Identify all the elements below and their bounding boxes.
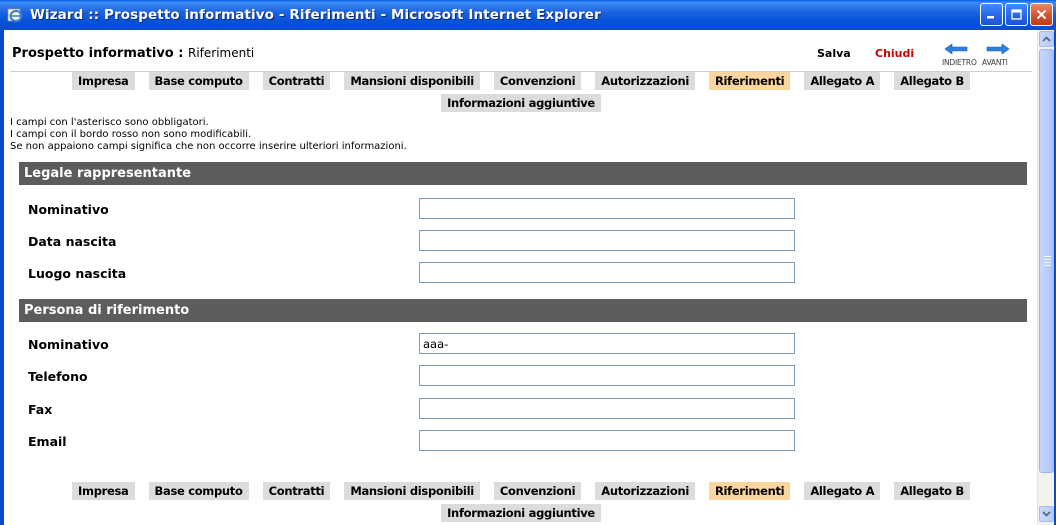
tab-convenzioni[interactable]: Convenzioni: [493, 72, 582, 90]
scroll-up-button[interactable]: [1039, 31, 1054, 47]
forward-link[interactable]: AVANTI: [982, 58, 1008, 67]
tab-riferimenti[interactable]: Riferimenti: [708, 72, 791, 90]
back-link[interactable]: INDIETRO: [942, 58, 977, 67]
ref-email-label: Email: [28, 434, 67, 449]
scroll-thumb[interactable]: [1039, 49, 1054, 473]
legal-birth-place-input[interactable]: [419, 262, 795, 283]
page-title-section: Riferimenti: [187, 46, 255, 60]
internet-explorer-icon: [6, 6, 24, 24]
legal-nominativo-input[interactable]: [419, 198, 795, 219]
tab-contratti[interactable]: Contratti: [262, 482, 331, 500]
vertical-scrollbar[interactable]: [1037, 30, 1054, 525]
section-reference-person: Persona di riferimento: [19, 299, 1027, 322]
arrow-right-icon[interactable]: [986, 43, 1010, 55]
tab-allegato-a[interactable]: Allegato A: [804, 72, 881, 90]
close-link[interactable]: Chiudi: [875, 47, 914, 60]
note-empty: Se non appaiono campi significa che non …: [10, 141, 407, 152]
ref-nominativo-input[interactable]: [419, 333, 795, 354]
minimize-button[interactable]: [980, 3, 1003, 26]
window-controls: [980, 3, 1053, 26]
tab-base-computo[interactable]: Base computo: [148, 482, 249, 500]
maximize-icon: [1011, 9, 1022, 20]
window-title: Wizard :: Prospetto informativo - Riferi…: [30, 7, 601, 23]
chevron-down-icon: [1042, 511, 1051, 517]
tab-convenzioni[interactable]: Convenzioni: [493, 482, 582, 500]
legal-birth-date-input[interactable]: [419, 230, 795, 251]
tab-riferimenti[interactable]: Riferimenti: [708, 482, 791, 500]
minimize-icon: [987, 16, 994, 19]
tab-allegato-b[interactable]: Allegato B: [894, 72, 970, 90]
page-title-main: Prospetto informativo :: [12, 46, 184, 61]
save-link[interactable]: Salva: [817, 47, 851, 60]
window-title-bar[interactable]: Wizard :: Prospetto informativo - Riferi…: [0, 0, 1056, 30]
window-frame-left: [0, 30, 4, 525]
arrow-left-icon[interactable]: [944, 43, 968, 55]
tab-mansioni-disponibili[interactable]: Mansioni disponibili: [344, 72, 480, 90]
legal-birth-date-label: Data nascita: [28, 234, 117, 249]
instructions: I campi con l'asterisco sono obbligatori…: [10, 117, 710, 153]
close-window-button[interactable]: [1030, 3, 1053, 26]
tab-autorizzazioni[interactable]: Autorizzazioni: [595, 72, 695, 90]
close-icon: [1036, 9, 1047, 20]
note-required: I campi con l'asterisco sono obbligatori…: [10, 117, 209, 128]
legal-nominativo-label: Nominativo: [28, 202, 109, 217]
tab-autorizzazioni[interactable]: Autorizzazioni: [595, 482, 695, 500]
tab-allegato-a[interactable]: Allegato A: [804, 482, 881, 500]
legal-birth-place-label: Luogo nascita: [28, 266, 127, 281]
tab-bar-bottom: Impresa Base computo Contratti Mansioni …: [10, 482, 1032, 522]
tab-allegato-b[interactable]: Allegato B: [894, 482, 970, 500]
maximize-button[interactable]: [1005, 3, 1028, 26]
page-content: Prospetto informativo : Riferimenti Salv…: [10, 32, 1032, 525]
ref-email-input[interactable]: [419, 430, 795, 451]
wizard-navigation: INDIETRO AVANTI: [940, 43, 1028, 69]
tab-mansioni-disponibili[interactable]: Mansioni disponibili: [344, 482, 480, 500]
tab-impresa[interactable]: Impresa: [72, 482, 135, 500]
tab-informazioni-aggiuntive[interactable]: Informazioni aggiuntive: [441, 504, 601, 522]
chevron-up-icon: [1042, 36, 1051, 42]
tab-bar-top: Impresa Base computo Contratti Mansioni …: [10, 72, 1032, 112]
ref-fax-input[interactable]: [419, 398, 795, 419]
tab-informazioni-aggiuntive[interactable]: Informazioni aggiuntive: [441, 94, 601, 112]
page-title: Prospetto informativo : Riferimenti: [12, 46, 254, 61]
tab-impresa[interactable]: Impresa: [72, 72, 135, 90]
ref-phone-input[interactable]: [419, 365, 795, 386]
ref-nominativo-label: Nominativo: [28, 337, 109, 352]
page-header: Prospetto informativo : Riferimenti Salv…: [10, 32, 1032, 72]
ref-phone-label: Telefono: [28, 369, 88, 384]
ref-fax-label: Fax: [28, 402, 53, 417]
scroll-down-button[interactable]: [1039, 506, 1054, 522]
tab-contratti[interactable]: Contratti: [262, 72, 331, 90]
section-legal-representative: Legale rappresentante: [19, 162, 1027, 185]
tab-base-computo[interactable]: Base computo: [148, 72, 249, 90]
note-readonly: I campi con il bordo rosso non sono modi…: [10, 129, 252, 140]
